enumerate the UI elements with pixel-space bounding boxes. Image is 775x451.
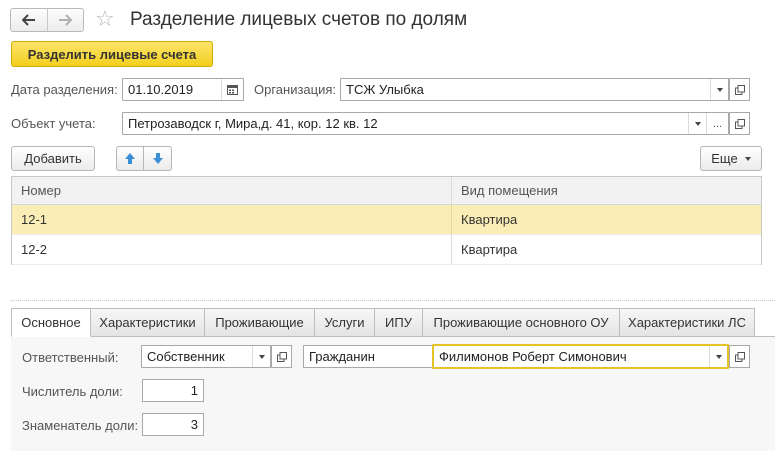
open-form-icon [276, 351, 287, 362]
chevron-down-icon[interactable] [688, 113, 706, 134]
chevron-down-icon[interactable] [252, 346, 270, 367]
numerator-field[interactable]: 1 [142, 379, 204, 402]
cell-room-type: Квартира [461, 242, 518, 257]
person-type-field[interactable]: Гражданин [303, 345, 453, 368]
arrow-up-icon [125, 153, 135, 164]
responsible-kind-field[interactable]: Собственник [141, 345, 271, 368]
open-form-icon [734, 84, 745, 95]
split-accounts-button[interactable]: Разделить лицевые счета [11, 41, 213, 67]
more-button[interactable]: Еще [700, 146, 762, 171]
tab-divider [91, 336, 775, 337]
object-field[interactable]: Петрозаводск г, Мира,д. 41, кор. 12 кв. … [122, 112, 729, 135]
chevron-down-icon[interactable] [710, 79, 728, 100]
tab-services[interactable]: Услуги [315, 308, 375, 337]
move-down-button[interactable] [144, 146, 172, 171]
denominator-label: Знаменатель доли: [22, 418, 139, 433]
calendar-icon[interactable] [221, 79, 243, 100]
table-row[interactable]: 12-1 Квартира [12, 205, 761, 235]
denominator-field[interactable]: 3 [142, 413, 204, 436]
cell-number: 12-1 [12, 205, 452, 234]
organization-label: Организация: [254, 82, 337, 97]
arrow-left-icon [21, 14, 35, 26]
more-label: Еще [711, 151, 738, 166]
tab-characteristics[interactable]: Характеристики [91, 308, 205, 337]
person-name-open-button[interactable] [729, 345, 750, 368]
person-name-value: Филимонов Роберт Симонович [439, 349, 627, 364]
responsible-kind-value: Собственник [147, 349, 225, 364]
date-value: 01.10.2019 [128, 82, 194, 97]
forward-button[interactable] [46, 9, 84, 31]
page-title: Разделение лицевых счетов по долям [130, 9, 468, 30]
navigation-buttons [10, 8, 84, 32]
column-header-room-type[interactable]: Вид помещения [452, 177, 761, 204]
add-button[interactable]: Добавить [11, 146, 95, 171]
organization-field[interactable]: ТСЖ Улыбка [340, 78, 729, 101]
date-field[interactable]: 01.10.2019 [122, 78, 244, 101]
tab-account-characteristics[interactable]: Характеристики ЛС [620, 308, 755, 337]
responsible-kind-open-button[interactable] [271, 345, 292, 368]
numerator-label: Числитель доли: [22, 384, 123, 399]
tab-main[interactable]: Основное [11, 308, 91, 337]
tab-meters[interactable]: ИПУ [375, 308, 423, 337]
person-type-value: Гражданин [309, 349, 375, 364]
table-header: Номер Вид помещения [12, 177, 761, 205]
star-icon[interactable]: ☆ [95, 6, 115, 32]
arrow-right-icon [59, 14, 73, 26]
cell-number: 12-2 [12, 235, 452, 264]
select-button[interactable]: ... [706, 113, 728, 134]
move-up-button[interactable] [116, 146, 144, 171]
back-button[interactable] [11, 9, 47, 31]
object-label: Объект учета: [11, 116, 96, 131]
responsible-label: Ответственный: [22, 350, 119, 365]
cell-room-type: Квартира [461, 212, 518, 227]
object-open-button[interactable] [729, 112, 750, 135]
column-header-number[interactable]: Номер [12, 177, 452, 204]
open-form-icon [734, 118, 745, 129]
organization-value: ТСЖ Улыбка [346, 82, 424, 97]
splitter[interactable] [11, 300, 775, 301]
table-row[interactable]: 12-2 Квартира [12, 235, 761, 265]
accounts-table: Номер Вид помещения 12-1 Квартира 12-2 К… [11, 176, 762, 265]
date-label: Дата разделения: [11, 82, 118, 97]
tab-bar: Основное Характеристики Проживающие Услу… [11, 308, 755, 337]
tab-residents[interactable]: Проживающие [205, 308, 315, 337]
object-value: Петрозаводск г, Мира,д. 41, кор. 12 кв. … [128, 116, 378, 131]
tab-main-object-residents[interactable]: Проживающие основного ОУ [423, 308, 620, 337]
arrow-down-icon [152, 153, 163, 164]
person-name-field[interactable]: Филимонов Роберт Симонович [432, 344, 729, 369]
organization-open-button[interactable] [729, 78, 750, 101]
open-form-icon [734, 351, 745, 362]
chevron-down-icon [744, 156, 751, 161]
chevron-down-icon[interactable] [709, 346, 727, 367]
